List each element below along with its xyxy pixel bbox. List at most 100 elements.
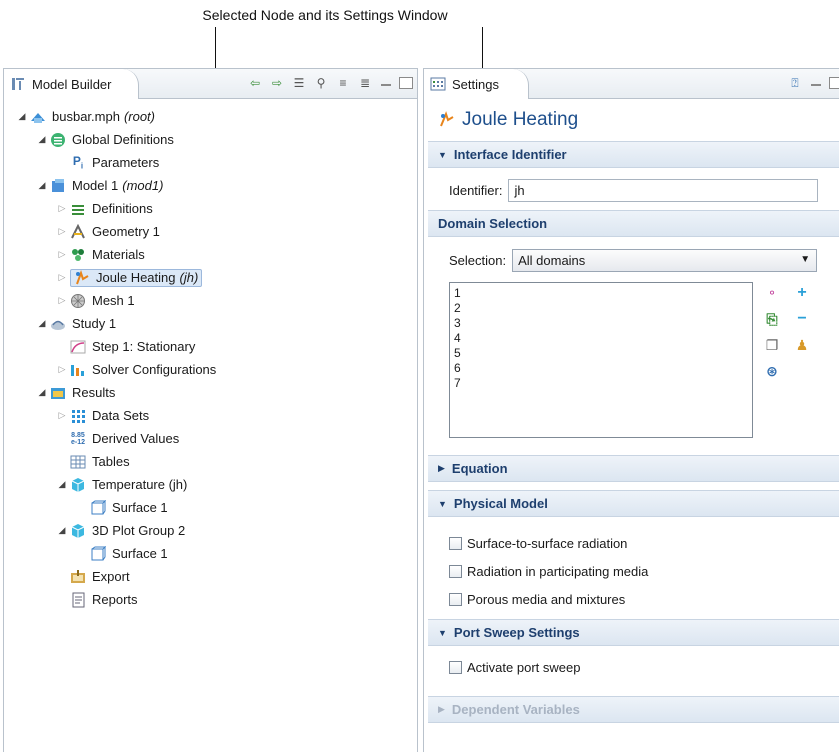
forward-arrow-icon[interactable]: ⇨	[269, 75, 285, 91]
study-icon	[50, 316, 66, 332]
expand-toggle-icon[interactable]: ◢	[56, 525, 68, 536]
tree-node-derived[interactable]: 8.85 e-12 Derived Values	[4, 427, 417, 450]
tree-node-label-wrap[interactable]: Temperature (jh)	[70, 477, 187, 493]
collapse-toggle-icon[interactable]: ▷	[56, 203, 68, 214]
add-icon[interactable]: +	[793, 284, 811, 302]
tree-node-label-wrap[interactable]: Surface 1	[90, 499, 168, 516]
section-interface-identifier[interactable]: ▼ Interface Identifier	[428, 141, 839, 168]
expand-toggle-icon[interactable]: ◢	[16, 111, 28, 122]
tree-node-model1[interactable]: ◢ Model 1 (mod1)	[4, 174, 417, 197]
collapse-toggle-icon[interactable]: ▷	[56, 364, 68, 375]
tree-node-global-defs[interactable]: ◢ Global Definitions	[4, 128, 417, 151]
activate-port-sweep-checkbox[interactable]	[449, 660, 462, 674]
physical-model-checkbox[interactable]	[449, 592, 462, 606]
physical-model-checkbox[interactable]	[449, 536, 462, 550]
expand-toggle-icon[interactable]: ◢	[56, 479, 68, 490]
tree-node-mesh[interactable]: ▷ Mesh 1	[4, 289, 417, 312]
tree-node-surface1a[interactable]: Surface 1	[4, 496, 417, 519]
tree-node-geometry[interactable]: ▷ Geometry 1	[4, 220, 417, 243]
section-domain-selection[interactable]: Domain Selection	[428, 210, 839, 237]
domain-list-item[interactable]: 6	[454, 361, 748, 376]
section-port-sweep[interactable]: ▼ Port Sweep Settings	[428, 619, 839, 646]
tree-node-label-wrap[interactable]: Tables	[70, 454, 130, 470]
tree-node-label-wrap[interactable]: Global Definitions	[50, 132, 174, 148]
collapse-toggle-icon[interactable]: ▷	[56, 226, 68, 237]
tree-node-label-wrap[interactable]: Reports	[70, 592, 138, 608]
tree-node-datasets[interactable]: ▷ Data Sets	[4, 404, 417, 427]
expand-toggle-icon[interactable]: ◢	[36, 318, 48, 329]
tree-node-solver[interactable]: ▷ Solver Configurations	[4, 358, 417, 381]
tree-node-label-wrap[interactable]: Study 1	[50, 316, 116, 332]
expand-toggle-icon[interactable]: ◢	[36, 180, 48, 191]
tree-node-label-wrap[interactable]: Results	[50, 385, 115, 401]
tree-node-label-wrap[interactable]: 3D Plot Group 2	[70, 523, 185, 539]
tree-node-tables[interactable]: Tables	[4, 450, 417, 473]
show-icon[interactable]: ☰	[291, 75, 307, 91]
collapse-toggle-icon[interactable]: ▷	[56, 249, 68, 260]
tree-node-plotgroup2[interactable]: ◢ 3D Plot Group 2	[4, 519, 417, 542]
tree-node-temperature[interactable]: ◢ Temperature (jh)	[4, 473, 417, 496]
selection-dropdown[interactable]: All domains ▼	[512, 248, 818, 272]
expand-toggle-icon[interactable]: ◢	[36, 387, 48, 398]
tree-node-label-wrap[interactable]: Pi Parameters	[70, 154, 159, 170]
tree-node-results[interactable]: ◢ Results	[4, 381, 417, 404]
domain-list-item[interactable]: 3	[454, 316, 748, 331]
active-toggle-icon[interactable]: ⚬	[763, 284, 781, 302]
minimize-icon[interactable]	[381, 83, 391, 86]
domain-list-item[interactable]: 2	[454, 301, 748, 316]
tree-node-export[interactable]: Export	[4, 565, 417, 588]
tree-node-label-wrap[interactable]: Model 1 (mod1)	[50, 178, 163, 194]
collapse-toggle-icon[interactable]: ▷	[56, 272, 68, 283]
tree-node-label-wrap[interactable]: Geometry 1	[70, 223, 160, 240]
tree-node-definitions[interactable]: ▷ Definitions	[4, 197, 417, 220]
tree-node-reports[interactable]: Reports	[4, 588, 417, 611]
physical-model-checkbox[interactable]	[449, 564, 462, 578]
maximize-icon[interactable]	[399, 77, 413, 89]
tree-node-text: Step 1: Stationary	[92, 339, 196, 354]
help-icon[interactable]: ⍰	[787, 75, 803, 91]
domain-list-item[interactable]: 4	[454, 331, 748, 346]
tree-node-joule[interactable]: ▷ Joule Heating (jh)	[4, 266, 417, 289]
tree-node-label-wrap[interactable]: busbar.mph (root)	[30, 109, 155, 125]
remove-icon[interactable]: −	[793, 310, 811, 328]
zoom-selection-icon[interactable]: ⊛	[763, 362, 781, 380]
tree-node-label-wrap[interactable]: Joule Heating (jh)	[70, 268, 203, 287]
maximize-icon[interactable]	[829, 77, 839, 89]
tree-node-step1[interactable]: Step 1: Stationary	[4, 335, 417, 358]
tree-node-label-wrap[interactable]: Data Sets	[70, 408, 149, 424]
collapse-toggle-icon[interactable]: ▷	[56, 295, 68, 306]
tree-node-label-wrap[interactable]: Materials	[70, 247, 145, 263]
tree-node-label-wrap[interactable]: Mesh 1	[70, 293, 135, 309]
section-physical-model[interactable]: ▼ Physical Model	[428, 490, 839, 517]
tree-node-parameters[interactable]: Pi Parameters	[4, 151, 417, 174]
domain-list-item[interactable]: 7	[454, 376, 748, 391]
expand-all-icon[interactable]: ≡	[335, 75, 351, 91]
tree-node-label-wrap[interactable]: Solver Configurations	[70, 362, 216, 378]
tree-node-label-wrap[interactable]: Step 1: Stationary	[70, 339, 195, 355]
filter-icon[interactable]: ⚲	[313, 75, 329, 91]
domain-listbox[interactable]: 1234567	[449, 282, 753, 438]
tree-node-root[interactable]: ◢ busbar.mph (root)	[4, 105, 417, 128]
identifier-input[interactable]: jh	[508, 178, 819, 202]
model-builder-tab[interactable]: Model Builder	[4, 69, 139, 99]
copy-selection-icon[interactable]: ❐	[763, 336, 781, 354]
collapse-all-icon[interactable]: ≣	[357, 75, 373, 91]
tree-node-materials[interactable]: ▷ Materials	[4, 243, 417, 266]
collapse-toggle-icon[interactable]: ▷	[56, 410, 68, 421]
paste-selection-icon[interactable]: ⎘	[763, 310, 781, 328]
tree-node-label-wrap[interactable]: Surface 1	[90, 545, 168, 562]
tree-node-label-wrap[interactable]: Export	[70, 569, 130, 585]
tree-node-surface1b[interactable]: Surface 1	[4, 542, 417, 565]
domain-list-item[interactable]: 5	[454, 346, 748, 361]
tree-node-label-wrap[interactable]: Definitions	[70, 201, 153, 217]
section-equation[interactable]: ▶ Equation	[428, 455, 839, 482]
minimize-icon[interactable]	[811, 83, 821, 86]
back-arrow-icon[interactable]: ⇦	[247, 75, 263, 91]
expand-toggle-icon[interactable]: ◢	[36, 134, 48, 145]
section-dependent-variables[interactable]: ▶ Dependent Variables	[428, 696, 839, 723]
tree-node-study1[interactable]: ◢ Study 1	[4, 312, 417, 335]
settings-tab[interactable]: Settings	[424, 69, 529, 99]
tree-node-label-wrap[interactable]: 8.85 e-12 Derived Values	[70, 431, 179, 447]
clear-selection-icon[interactable]: ♟	[793, 336, 811, 354]
domain-list-item[interactable]: 1	[454, 286, 748, 301]
